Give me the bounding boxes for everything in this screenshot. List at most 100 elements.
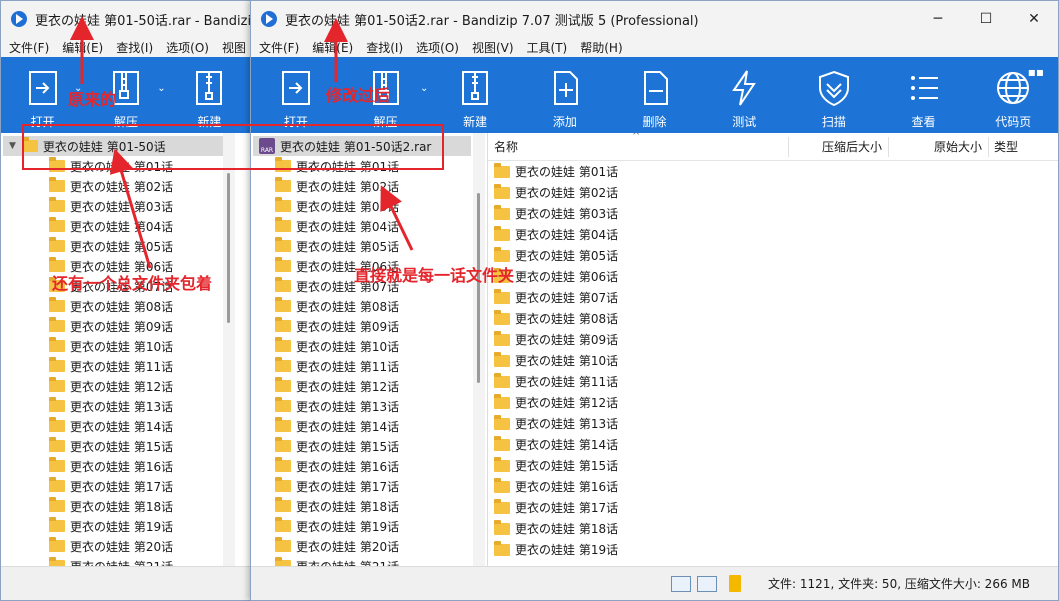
list-item[interactable]: 更衣の娃娃 第14话: [488, 434, 1058, 455]
tree-item[interactable]: 更衣の娃娃 第03话: [251, 196, 473, 216]
list-item[interactable]: 更衣の娃娃 第05话: [488, 245, 1058, 266]
list-item[interactable]: 更衣の娃娃 第18话: [488, 518, 1058, 539]
toolbar-button-extract[interactable]: 解压 ⌄: [84, 57, 167, 133]
tree-item[interactable]: 更衣の娃娃 第18话: [1, 496, 237, 516]
tree-item[interactable]: 更衣の娃娃 第09话: [251, 316, 473, 336]
thumbnail-view-icon[interactable]: [697, 576, 717, 592]
tree-item[interactable]: 更衣の娃娃 第18话: [251, 496, 473, 516]
toolbar-button-new-archive[interactable]: 新建: [430, 57, 520, 133]
bookmark-icon[interactable]: [729, 575, 741, 592]
tree-item[interactable]: 更衣の娃娃 第11话: [1, 356, 237, 376]
tree-item[interactable]: 更衣の娃娃 第12话: [251, 376, 473, 396]
toolbar-button-delete-file[interactable]: 删除: [610, 57, 700, 133]
layout-grid-icon[interactable]: ▪▪: [1028, 65, 1044, 79]
menu-item-2[interactable]: 查找(I): [366, 39, 403, 56]
toolbar-button-list-view[interactable]: 查看: [879, 57, 969, 133]
list-item[interactable]: 更衣の娃娃 第15话: [488, 455, 1058, 476]
list-item[interactable]: 更衣の娃娃 第09话: [488, 329, 1058, 350]
list-item[interactable]: 更衣の娃娃 第01话: [488, 161, 1058, 182]
title-bar[interactable]: 更衣の娃娃 第01-50话.rar - Bandizip 7: [1, 1, 251, 37]
menu-item-0[interactable]: 文件(F): [259, 39, 299, 56]
menu-item-1[interactable]: 编辑(E): [62, 39, 103, 56]
maximize-button[interactable]: ☐: [962, 1, 1010, 37]
list-item[interactable]: 更衣の娃娃 第10话: [488, 350, 1058, 371]
toolbar-button-lightning[interactable]: 测试: [699, 57, 789, 133]
tree-root-folder[interactable]: ▼ 更衣の娃娃 第01-50话: [3, 136, 235, 156]
column-type-header[interactable]: 类型: [994, 138, 1018, 155]
tree-item[interactable]: 更衣の娃娃 第07话: [1, 276, 237, 296]
tree-item[interactable]: 更衣の娃娃 第19话: [1, 516, 237, 536]
toolbar-button-open[interactable]: 打开 ⌄: [1, 57, 84, 133]
list-item[interactable]: 更衣の娃娃 第04话: [488, 224, 1058, 245]
tree-item[interactable]: 更衣の娃娃 第17话: [251, 476, 473, 496]
tree-item[interactable]: 更衣の娃娃 第05话: [251, 236, 473, 256]
tree-item[interactable]: 更衣の娃娃 第16话: [251, 456, 473, 476]
list-item[interactable]: 更衣の娃娃 第06话: [488, 266, 1058, 287]
tree-item[interactable]: 更衣の娃娃 第06话: [1, 256, 237, 276]
menu-item-5[interactable]: 工具(T): [527, 39, 568, 56]
title-bar[interactable]: 更衣の娃娃 第01-50话2.rar - Bandizip 7.07 测试版 5…: [251, 1, 1058, 37]
toolbar-button-globe[interactable]: 代码页: [968, 57, 1058, 133]
tree-item[interactable]: 更衣の娃娃 第07话: [251, 276, 473, 296]
list-item[interactable]: 更衣の娃娃 第02话: [488, 182, 1058, 203]
column-divider[interactable]: [988, 137, 989, 157]
tree-item[interactable]: 更衣の娃娃 第15话: [251, 436, 473, 456]
close-button[interactable]: ✕: [1010, 1, 1058, 37]
tree-root-archive[interactable]: RAR 更衣の娃娃 第01-50话2.rar: [253, 136, 471, 156]
tree-item[interactable]: 更衣の娃娃 第15话: [1, 436, 237, 456]
tree-item[interactable]: 更衣の娃娃 第12话: [1, 376, 237, 396]
column-divider[interactable]: [888, 137, 889, 157]
toolbar-button-open[interactable]: 打开: [251, 57, 341, 133]
list-item[interactable]: 更衣の娃娃 第19话: [488, 539, 1058, 560]
tree-item[interactable]: 更衣の娃娃 第03话: [1, 196, 237, 216]
menu-item-0[interactable]: 文件(F): [9, 39, 49, 56]
list-item[interactable]: 更衣の娃娃 第13话: [488, 413, 1058, 434]
tree-item[interactable]: 更衣の娃娃 第17话: [1, 476, 237, 496]
tree-item[interactable]: 更衣の娃娃 第13话: [251, 396, 473, 416]
tree-item[interactable]: 更衣の娃娃 第04话: [1, 216, 237, 236]
tree-item[interactable]: 更衣の娃娃 第20话: [1, 536, 237, 556]
list-item[interactable]: 更衣の娃娃 第08话: [488, 308, 1058, 329]
scrollbar-thumb[interactable]: [227, 173, 230, 323]
tree-item[interactable]: 更衣の娃娃 第06话: [251, 256, 473, 276]
tree-item[interactable]: 更衣の娃娃 第14话: [251, 416, 473, 436]
list-item[interactable]: 更衣の娃娃 第03话: [488, 203, 1058, 224]
tree-item[interactable]: 更衣の娃娃 第04话: [251, 216, 473, 236]
tree-item[interactable]: 更衣の娃娃 第02话: [251, 176, 473, 196]
tree-scrollbar[interactable]: [223, 133, 235, 566]
tree-item[interactable]: 更衣の娃娃 第20话: [251, 536, 473, 556]
menu-item-2[interactable]: 查找(I): [116, 39, 153, 56]
tree-scrollbar[interactable]: [473, 133, 485, 566]
list-item[interactable]: 更衣の娃娃 第12话: [488, 392, 1058, 413]
menu-item-1[interactable]: 编辑(E): [312, 39, 353, 56]
menu-item-4[interactable]: 视图: [222, 39, 246, 56]
tree-item[interactable]: 更衣の娃娃 第14话: [1, 416, 237, 436]
menu-item-4[interactable]: 视图(V): [472, 39, 514, 56]
tree-item[interactable]: 更衣の娃娃 第02话: [1, 176, 237, 196]
column-packed-size-header[interactable]: 压缩后大小: [822, 138, 882, 155]
column-original-size-header[interactable]: 原始大小: [934, 138, 982, 155]
tree-item[interactable]: 更衣の娃娃 第11话: [251, 356, 473, 376]
list-item[interactable]: 更衣の娃娃 第16话: [488, 476, 1058, 497]
scrollbar-thumb[interactable]: [477, 193, 480, 383]
tree-item[interactable]: 更衣の娃娃 第01话: [251, 156, 473, 176]
tree-item[interactable]: 更衣の娃娃 第13话: [1, 396, 237, 416]
chevron-down-icon[interactable]: ⌄: [420, 83, 428, 94]
menu-item-3[interactable]: 选项(O): [416, 39, 459, 56]
chevron-down-icon[interactable]: ⌄: [74, 83, 82, 94]
chevron-down-icon[interactable]: ⌄: [157, 83, 165, 94]
tree-item[interactable]: 更衣の娃娃 第08话: [1, 296, 237, 316]
column-name-header[interactable]: 名称: [494, 138, 518, 155]
tree-item[interactable]: 更衣の娃娃 第10话: [251, 336, 473, 356]
menu-item-6[interactable]: 帮助(H): [580, 39, 622, 56]
tree-item[interactable]: 更衣の娃娃 第08话: [251, 296, 473, 316]
column-divider[interactable]: [788, 137, 789, 157]
tree-item[interactable]: 更衣の娃娃 第10话: [1, 336, 237, 356]
toolbar-button-new-archive[interactable]: 新建: [168, 57, 251, 133]
tree-item[interactable]: 更衣の娃娃 第16话: [1, 456, 237, 476]
details-view-icon[interactable]: [671, 576, 691, 592]
toolbar-button-extract[interactable]: 解压 ⌄: [341, 57, 431, 133]
list-item[interactable]: 更衣の娃娃 第11话: [488, 371, 1058, 392]
toolbar-button-shield[interactable]: 扫描: [789, 57, 879, 133]
list-item[interactable]: 更衣の娃娃 第07话: [488, 287, 1058, 308]
